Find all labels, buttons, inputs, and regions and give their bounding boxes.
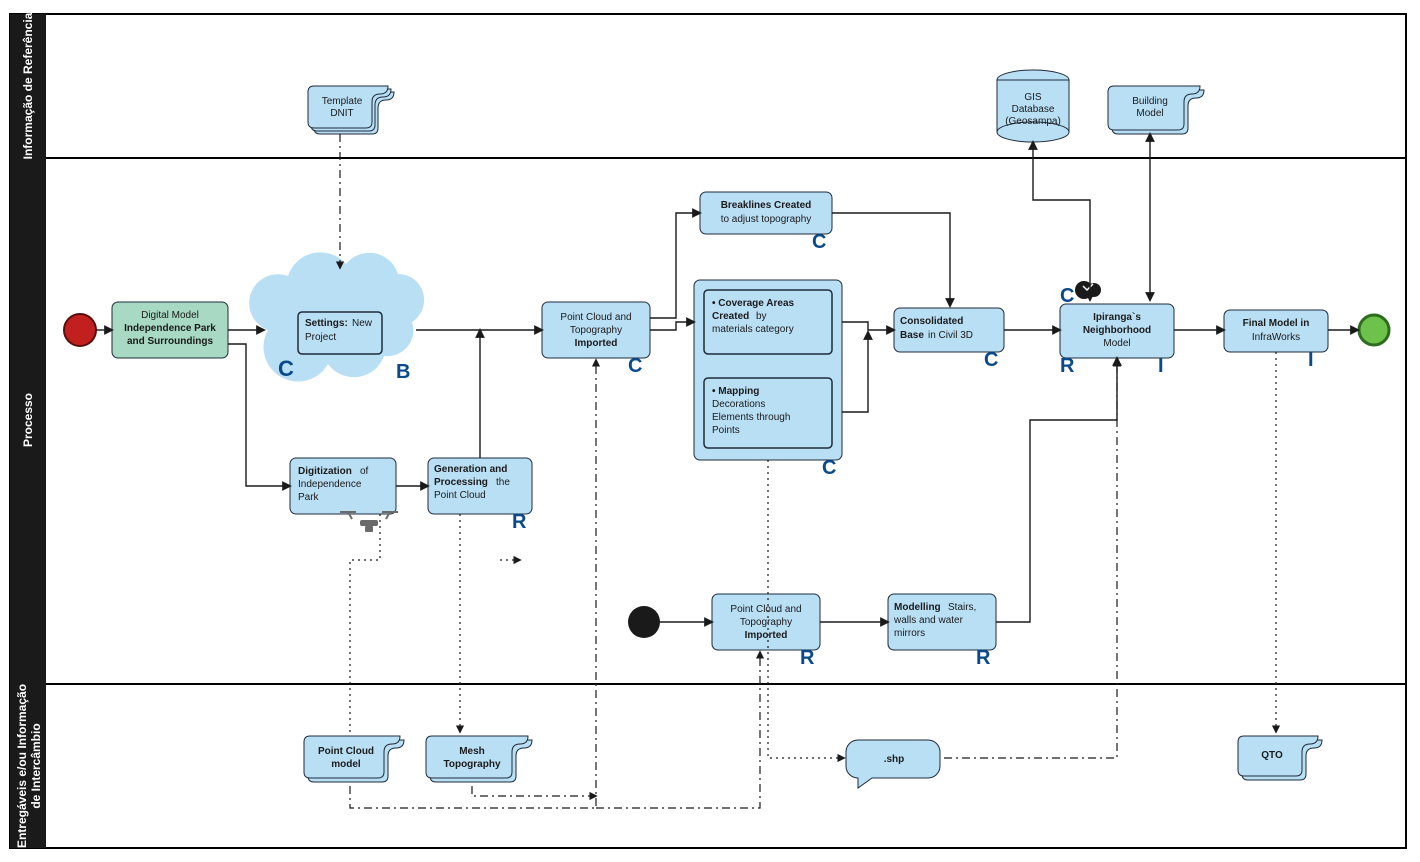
doc-qto: QTO [1238,736,1322,780]
civil3d-icon: C [822,457,836,479]
svg-text:model: model [331,759,361,770]
svg-text:GIS: GIS [1024,92,1042,103]
svg-text:InfraWorks: InfraWorks [1252,332,1300,343]
drone-icon [340,512,398,532]
civil3d-icon: C [984,349,998,371]
node-modelling: Modelling Stairs, walls and water mirror… [888,594,996,669]
svg-text:Digitization: Digitization [298,466,352,477]
revit-icon: R [800,647,815,669]
doc-template-dnit: Template DNIT [308,86,394,134]
node-generation-processing: Generation and Processing the Point Clou… [428,458,532,533]
svg-text:Generation and: Generation and [434,464,507,475]
svg-text:Topography: Topography [443,759,500,770]
node-pc-topo-imported-c3d: Point Cloud and Topography Imported C [542,302,650,377]
svg-text:DNIT: DNIT [330,108,353,119]
svg-text:and Surroundings: and Surroundings [127,336,214,347]
svg-text:Park: Park [298,492,320,503]
svg-text:• Coverage Areas: • Coverage Areas [712,298,794,309]
svg-text:the: the [496,477,510,488]
bim360-icon: B [396,361,410,383]
svg-text:in Civil 3D: in Civil 3D [928,330,973,341]
svg-text:Point Cloud: Point Cloud [318,746,374,757]
node-breaklines: Breaklines Created to adjust topography … [700,192,832,253]
svg-text:walls and water: walls and water [893,615,964,626]
revit-icon: R [1060,355,1075,377]
svg-text:Elements through: Elements through [712,412,790,423]
civil3d-icon: C [628,355,642,377]
lane-label-ref: Informação de Referência [21,12,35,159]
svg-text:Modelling: Modelling [894,602,941,613]
svg-text:materials category: materials category [712,324,794,335]
civil3d-icon: C [1060,285,1074,307]
svg-text:Topography: Topography [570,325,622,336]
start-event [64,314,96,346]
civil3d-icon: C [812,231,826,253]
recap-icon: R [512,511,527,533]
node-pc-topo-imported-revit: Point Cloud and Topography Imported R [712,594,820,669]
svg-text:Neighborhood: Neighborhood [1083,325,1151,336]
svg-text:Breaklines Created: Breaklines Created [721,200,812,211]
svg-text:(Geosampa): (Geosampa) [1005,116,1061,127]
civil3d-icon: C [278,356,294,381]
svg-text:Point Cloud and: Point Cloud and [560,312,631,323]
svg-text:Building: Building [1132,96,1168,107]
end-event [1359,315,1389,345]
doc-mesh-topography: Mesh Topography [426,736,532,782]
svg-text:Processing: Processing [434,477,488,488]
svg-text:Independence Park: Independence Park [124,323,216,334]
svg-text:Settings:: Settings: [305,318,348,329]
svg-text:Point Cloud and: Point Cloud and [730,604,801,615]
svg-text:QTO: QTO [1261,750,1283,761]
node-digitization: Digitization of Independence Park [290,458,398,532]
svg-text:Imported: Imported [745,630,788,641]
node-coverage-mapping-group: • Coverage Areas Created by materials ca… [694,280,842,479]
svg-text:de Intercâmbio: de Intercâmbio [29,723,43,808]
svg-text:Base: Base [900,330,924,341]
svg-text:Created: Created [712,311,749,322]
svg-text:Points: Points [712,425,740,436]
db-gis-geosampa: GIS Database (Geosampa) [997,70,1069,142]
doc-building-model: Building Model [1108,86,1204,134]
svg-text:Model: Model [1103,338,1130,349]
svg-text:Stairs,: Stairs, [948,602,976,613]
svg-text:Template: Template [322,96,363,107]
infraworks-icon: I [1158,355,1164,377]
svg-text:New: New [352,318,373,329]
svg-text:Entregáveis e/ou Informação: Entregáveis e/ou Informação [15,684,29,848]
svg-text:Topography: Topography [740,617,792,628]
svg-text:to adjust topography: to adjust topography [721,214,812,225]
svg-text:of: of [360,466,369,477]
svg-text:• Mapping: • Mapping [712,386,759,397]
node-final-model: Final Model in InfraWorks I [1224,310,1328,371]
svg-text:mirrors: mirrors [894,628,925,639]
svg-text:Consolidated: Consolidated [900,316,963,327]
intermediate-start-event [628,606,660,638]
svg-text:Final Model in: Final Model in [1243,318,1310,329]
svg-text:Imported: Imported [575,338,618,349]
svg-text:Digital Model: Digital Model [141,310,199,321]
cloud-settings: Settings: New Project C B [249,252,424,383]
svg-text:Decorations: Decorations [712,399,765,410]
node-consolidated-base: Consolidated Base in Civil 3D C [894,308,1004,371]
svg-text:Mesh: Mesh [459,746,485,757]
svg-text:.shp: .shp [884,754,905,765]
svg-text:by: by [756,311,767,322]
doc-point-cloud-model: Point Cloud model [304,736,404,782]
svg-text:Database: Database [1012,104,1055,115]
lane-label-proc: Processo [21,393,35,447]
node-digital-model: Digital Model Independence Park and Surr… [112,302,228,358]
svg-text:Independence: Independence [298,479,362,490]
connector-cloud-icon [1075,281,1101,299]
infraworks-icon: I [1308,349,1314,371]
svg-text:Point Cloud: Point Cloud [434,490,486,501]
revit-icon: R [976,647,991,669]
doc-shp: .shp [846,740,940,788]
svg-text:Ipiranga`s: Ipiranga`s [1093,312,1141,323]
svg-text:Model: Model [1136,108,1163,119]
svg-text:Project: Project [305,332,336,343]
